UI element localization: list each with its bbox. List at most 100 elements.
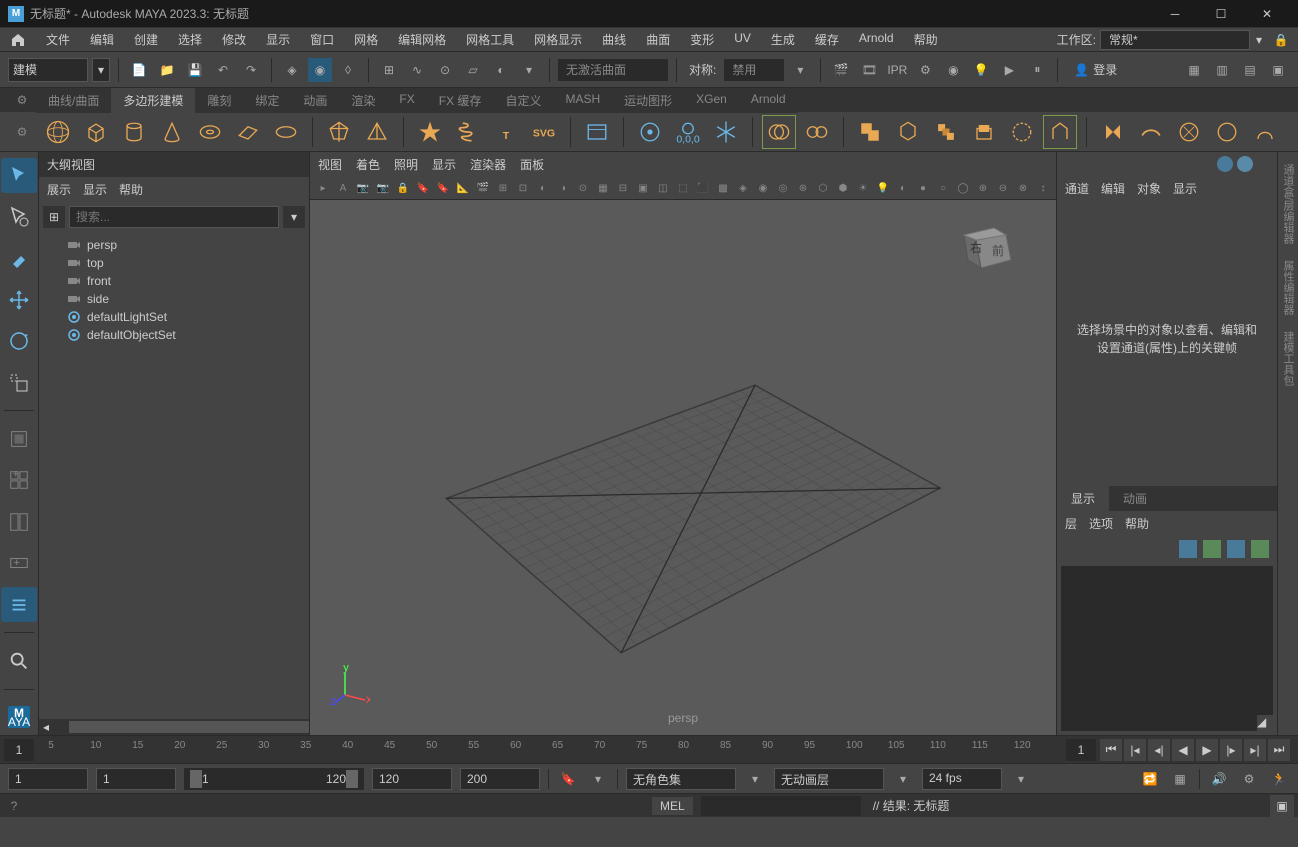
undo-icon[interactable]: ↶ [211,58,235,82]
shelf-tab-5[interactable]: 渲染 [339,88,387,113]
poly-cone-icon[interactable] [156,116,188,148]
vp-toolbar-btn-7[interactable]: 📐 [454,179,472,197]
snap-dropdown-icon[interactable]: ▾ [517,58,541,82]
layer-icon-1[interactable] [1179,540,1197,558]
outliner-item-side[interactable]: side [47,290,301,308]
vp-toolbar-btn-22[interactable]: ◉ [754,179,772,197]
range-end-handle[interactable] [346,770,358,788]
command-input[interactable] [701,796,861,816]
render-setup-icon[interactable]: ▶ [997,58,1021,82]
vp-menu-shading[interactable]: 着色 [356,156,380,173]
vp-toolbar-btn-3[interactable]: 📷 [374,179,392,197]
menu-变形[interactable]: 变形 [680,28,724,51]
mirror-icon[interactable] [1097,116,1129,148]
cb-icon-1[interactable] [1217,156,1233,172]
vp-toolbar-btn-5[interactable]: 🔖 [414,179,432,197]
shelf-tab-3[interactable]: 绑定 [243,88,291,113]
menu-网格[interactable]: 网格 [344,28,388,51]
symmetry-dropdown-icon[interactable]: ▾ [788,58,812,82]
home-icon[interactable] [8,30,28,50]
poly-pyramid-icon[interactable] [361,116,393,148]
workspace-dropdown-icon[interactable]: ▾ [1250,33,1268,47]
loop-button[interactable]: 🔁 [1139,768,1161,790]
charset-dropdown-icon[interactable]: ▾ [744,768,766,790]
poly-sphere-icon[interactable] [42,116,74,148]
lock-icon[interactable]: 🔒 [1272,33,1290,47]
current-frame-field-left[interactable]: 1 [4,739,34,761]
vp-toolbar-btn-24[interactable]: ⊛ [794,179,812,197]
fps-select[interactable]: 24 fps [922,768,1002,790]
vp-toolbar-btn-12[interactable]: ◑ [554,179,572,197]
freeze-icon[interactable]: 0,0,0 [672,116,704,148]
layer-menu-layers[interactable]: 层 [1065,515,1077,532]
shelf-tab-2[interactable]: 雕刻 [195,88,243,113]
sidebar-tab-modeling[interactable]: 建模工具包 [1278,323,1298,394]
bool-union-icon[interactable] [854,116,886,148]
sculpt-icon[interactable] [1249,116,1281,148]
layout-stack-icon[interactable] [1,421,37,456]
menu-生成[interactable]: 生成 [761,28,805,51]
menu-编辑网格[interactable]: 编辑网格 [388,28,456,51]
snap-plane-icon[interactable]: ▱ [461,58,485,82]
select-object-icon[interactable]: ◉ [308,58,332,82]
vp-toolbar-btn-19[interactable]: ⬛ [694,179,712,197]
vp-toolbar-btn-31[interactable]: ○ [934,179,952,197]
cb-menu-object[interactable]: 对象 [1137,180,1161,197]
vp-toolbar-btn-4[interactable]: 🔒 [394,179,412,197]
vp-toolbar-btn-28[interactable]: 💡 [874,179,892,197]
cb-menu-show[interactable]: 显示 [1173,180,1197,197]
snap-point-icon[interactable]: ⊙ [433,58,457,82]
soft-select-icon[interactable] [634,116,666,148]
snap-live-icon[interactable]: ◐ [489,58,513,82]
playback-start-field[interactable] [96,768,176,790]
cb-icon-3[interactable] [1257,156,1273,172]
minimize-button[interactable]: ─ [1152,0,1198,28]
ipr-icon[interactable]: IPR [885,58,909,82]
snap-curve-icon[interactable]: ∿ [405,58,429,82]
outliner-item-defaultObjectSet[interactable]: defaultObjectSet [47,326,301,344]
shelf-tab-11[interactable]: XGen [684,88,739,113]
menu-缓存[interactable]: 缓存 [805,28,849,51]
outliner-item-top[interactable]: top [47,254,301,272]
vp-toolbar-btn-29[interactable]: ◐ [894,179,912,197]
lasso-tool[interactable] [1,199,37,234]
vp-toolbar-btn-0[interactable]: ▸ [314,179,332,197]
menu-帮助[interactable]: 帮助 [904,28,948,51]
menu-修改[interactable]: 修改 [212,28,256,51]
menu-set-select[interactable]: 建模 [8,58,88,82]
bool-intersect-icon[interactable] [930,116,962,148]
vp-toolbar-btn-11[interactable]: ◐ [534,179,552,197]
vp-toolbar-btn-21[interactable]: ◈ [734,179,752,197]
scale-tool[interactable] [1,365,37,400]
outliner-item-defaultLightSet[interactable]: defaultLightSet [47,308,301,326]
paint-select-tool[interactable] [1,241,37,276]
panel-layout-3-icon[interactable]: ▤ [1238,58,1262,82]
outliner-item-persp[interactable]: persp [47,236,301,254]
menu-曲面[interactable]: 曲面 [636,28,680,51]
vp-menu-lighting[interactable]: 照明 [394,156,418,173]
vp-toolbar-btn-10[interactable]: ⊡ [514,179,532,197]
layer-tab-anim[interactable]: 动画 [1109,486,1161,511]
time-ruler[interactable]: 5101520253035404550556065707580859095100… [38,738,1062,762]
shelf-tab-1[interactable]: 多边形建模 [111,88,195,113]
new-scene-icon[interactable]: 📄 [127,58,151,82]
poly-type-icon[interactable]: T [490,116,522,148]
layout-split-icon[interactable] [1,504,37,539]
shelf-edit-icon[interactable]: ⚙ [8,114,36,150]
panel-layout-1-icon[interactable]: ▦ [1182,58,1206,82]
current-frame-field-right[interactable]: 1 [1066,739,1096,761]
layer-icon-4[interactable] [1251,540,1269,558]
poly-cylinder-icon[interactable] [118,116,150,148]
sidebar-tab-attribute[interactable]: 属性编辑器 [1278,252,1298,323]
menu-网格工具[interactable]: 网格工具 [456,28,524,51]
login-button[interactable]: 👤 登录 [1066,59,1125,80]
layer-list[interactable]: ◢ [1061,566,1273,731]
search-tool-icon[interactable] [1,643,37,678]
vp-menu-renderer[interactable]: 渲染器 [470,156,506,173]
menu-显示[interactable]: 显示 [256,28,300,51]
outliner-menu-display[interactable]: 展示 [47,181,71,198]
extrude-icon[interactable] [968,116,1000,148]
prefs-button[interactable]: ⚙ [1238,768,1260,790]
anim-start-field[interactable] [8,768,88,790]
vp-toolbar-btn-8[interactable]: 🎬 [474,179,492,197]
